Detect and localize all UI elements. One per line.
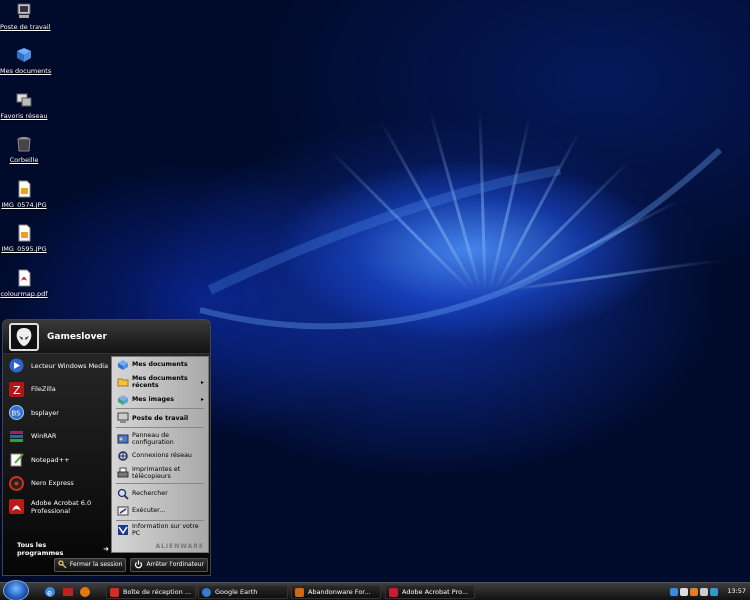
computer-icon (17, 3, 31, 18)
network-icon (16, 93, 32, 107)
submenu-arrow-icon: ▸ (200, 396, 204, 403)
start-button[interactable] (3, 580, 29, 600)
program-notepad[interactable]: Notepad++ (3, 448, 109, 472)
svg-text:BS: BS (12, 410, 22, 418)
separator (116, 408, 204, 409)
program-bsplayer[interactable]: BS bsplayer (3, 401, 109, 425)
info-icon (116, 523, 129, 536)
avatar[interactable] (9, 322, 39, 351)
logoff-button[interactable]: Fermer la session (53, 557, 127, 572)
alien-head-icon (16, 327, 32, 346)
nero-icon (8, 475, 25, 492)
taskbar: e Boîte de réception ... Google Earth Ab… (0, 580, 750, 600)
search-icon (116, 487, 129, 500)
pinned-programs: Lecteur Windows Media Z FileZilla BS bsp… (3, 354, 109, 575)
taskbar-item-abandonware[interactable]: Abandonware For... (291, 585, 381, 599)
network-icon (116, 449, 129, 462)
recycle-bin-icon (17, 137, 31, 152)
start-menu: Gameslover Lecteur Windows Media Z FileZ… (2, 319, 211, 576)
desktop-icon-img-0574[interactable]: IMG_0574.JPG (0, 180, 48, 209)
tray-shield-icon[interactable] (710, 588, 718, 596)
desktop-icon-poste-de-travail[interactable]: Poste de travail (0, 2, 51, 31)
menu-item-executer[interactable]: Exécuter... (112, 502, 208, 519)
taskbar-item-acrobat[interactable]: Adobe Acrobat Pro... (385, 585, 475, 599)
browser-icon (295, 587, 304, 597)
quick-launch-ie-icon[interactable]: e (44, 586, 56, 598)
shutdown-button[interactable]: Arrêter l'ordinateur (130, 557, 208, 572)
image-file-icon (18, 224, 31, 242)
separator (116, 483, 204, 484)
program-nero[interactable]: Nero Express (3, 472, 109, 496)
submenu-arrow-icon: ▸ (200, 378, 204, 386)
desktop-icon-img-0595[interactable]: IMG_0595.JPG (0, 224, 48, 253)
program-windows-media[interactable]: Lecteur Windows Media (3, 354, 109, 378)
taskbar-item-mail[interactable]: Boîte de réception ... (106, 585, 196, 599)
documents-icon (116, 358, 129, 371)
pdf-file-icon (18, 269, 31, 287)
menu-item-mes-images[interactable]: Mes images ▸ (112, 392, 208, 407)
start-menu-places: Mes documents Mes documents récents ▸ Me… (111, 356, 209, 553)
program-acrobat[interactable]: Adobe Acrobat 6.0 Professional (3, 495, 109, 519)
power-icon (135, 560, 143, 569)
filezilla-icon: Z (8, 381, 25, 398)
google-earth-icon (202, 587, 211, 597)
pictures-icon (116, 393, 129, 406)
quick-launch-media-icon[interactable] (79, 586, 91, 598)
acrobat-icon (389, 587, 398, 597)
user-name: Gameslover (47, 331, 107, 342)
arrow-right-icon: ➜ (103, 545, 109, 553)
separator (116, 520, 204, 521)
menu-item-mes-documents[interactable]: Mes documents (112, 357, 208, 372)
key-icon (58, 560, 67, 569)
acrobat-icon (8, 498, 25, 515)
desktop-icon-favoris-reseau[interactable]: Favoris réseau (0, 91, 48, 120)
tray-network-icon[interactable] (670, 588, 678, 596)
tray-user-icon[interactable] (700, 588, 708, 596)
image-file-icon (18, 180, 31, 198)
bsplayer-icon: BS (8, 404, 25, 421)
alienware-logo: ALIENWARE (155, 543, 204, 550)
svg-text:Z: Z (13, 384, 21, 397)
separator (116, 427, 204, 428)
run-icon (116, 504, 129, 517)
start-menu-footer: Fermer la session Arrêter l'ordinateur (3, 554, 210, 575)
quick-launch-mail-icon[interactable] (62, 586, 74, 598)
program-filezilla[interactable]: Z FileZilla (3, 378, 109, 402)
control-panel-icon (116, 432, 129, 445)
documents-icon (17, 48, 31, 62)
program-winrar[interactable]: WinRAR (3, 425, 109, 449)
computer-icon (116, 412, 129, 425)
desktop-icon-mes-documents[interactable]: Mes documents (0, 46, 51, 75)
menu-item-panneau-configuration[interactable]: Panneau de configuration (112, 429, 208, 448)
svg-text:e: e (47, 589, 52, 598)
tray-volume-icon[interactable] (680, 588, 688, 596)
printer-icon (116, 466, 129, 479)
menu-item-rechercher[interactable]: Rechercher (112, 485, 208, 502)
mail-icon (110, 587, 119, 597)
menu-item-imprimantes[interactable]: Imprimantes et télécopieurs (112, 463, 208, 482)
winrar-icon (8, 428, 25, 445)
clock[interactable]: 13:57 (727, 587, 746, 595)
menu-item-poste-de-travail[interactable]: Poste de travail (112, 410, 208, 426)
media-player-icon (8, 357, 25, 374)
folder-icon (116, 376, 129, 389)
taskbar-item-google-earth[interactable]: Google Earth (198, 585, 288, 599)
desktop-icon-colourmap[interactable]: colourmap.pdf (0, 269, 48, 298)
menu-item-documents-recents[interactable]: Mes documents récents ▸ (112, 372, 208, 392)
start-menu-header: Gameslover (3, 320, 210, 354)
menu-item-connexions-reseau[interactable]: Connexions réseau (112, 448, 208, 463)
desktop-icon-corbeille[interactable]: Corbeille (0, 135, 48, 164)
notepad-icon (8, 451, 25, 468)
menu-item-information-pc[interactable]: Information sur votre PC (112, 522, 208, 537)
tray-app-icon[interactable] (690, 588, 698, 596)
